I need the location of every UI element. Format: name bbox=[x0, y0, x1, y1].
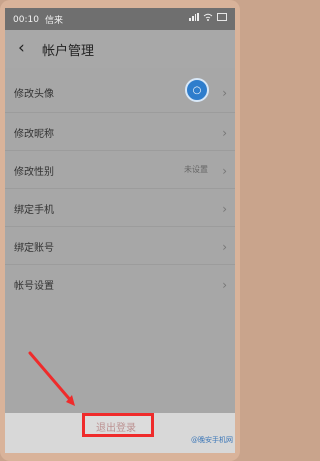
menu-item-label: 绑定手机 bbox=[14, 205, 54, 216]
logout-label: 退出登录 bbox=[96, 423, 136, 434]
chevron-right-icon: › bbox=[222, 164, 227, 178]
avatar: ○ bbox=[185, 78, 209, 102]
header-bar: ‹ 帐户管理 bbox=[5, 30, 235, 68]
menu-item-change-nickname[interactable]: 修改昵称 › bbox=[5, 118, 235, 148]
gender-value: 未设置 bbox=[184, 165, 208, 174]
chevron-right-icon: › bbox=[222, 126, 227, 140]
signal-icon bbox=[189, 13, 199, 21]
chevron-right-icon: › bbox=[222, 86, 227, 100]
status-right bbox=[189, 13, 227, 21]
wifi-icon bbox=[203, 13, 213, 21]
menu-divider bbox=[5, 112, 235, 113]
chevron-right-icon: › bbox=[222, 278, 227, 292]
menu-item-change-avatar[interactable]: 修改头像 ○ › bbox=[5, 78, 235, 108]
menu-item-change-gender[interactable]: 修改性别 未设置 › bbox=[5, 156, 235, 186]
back-icon[interactable]: ‹ bbox=[18, 39, 25, 57]
chevron-right-icon: › bbox=[222, 240, 227, 254]
menu-item-bind-phone[interactable]: 绑定手机 › bbox=[5, 194, 235, 224]
status-time: 00:10 bbox=[13, 14, 39, 25]
app-screen: 00:10 信来 ‹ 帐户管理 修改头像 ○ › 修改昵称 › 修改性别 未设置… bbox=[5, 8, 235, 453]
status-left: 00:10 信来 bbox=[13, 13, 63, 27]
annotation-arrow bbox=[28, 351, 75, 406]
page-title: 帐户管理 bbox=[42, 44, 95, 59]
watermark-text: @晚安手机网 bbox=[191, 436, 233, 444]
menu-item-label: 帐号设置 bbox=[14, 281, 54, 292]
menu-item-account-settings[interactable]: 帐号设置 › bbox=[5, 270, 235, 300]
menu-item-label: 修改昵称 bbox=[14, 129, 54, 140]
bottom-panel: 退出登录 @晚安手机网 bbox=[5, 413, 235, 453]
menu-item-bind-account[interactable]: 绑定账号 › bbox=[5, 232, 235, 262]
status-carrier: 信来 bbox=[44, 16, 63, 26]
status-bar: 00:10 信来 bbox=[5, 8, 235, 30]
menu-divider bbox=[5, 188, 235, 189]
menu-divider bbox=[5, 150, 235, 151]
phone-frame: 00:10 信来 ‹ 帐户管理 修改头像 ○ › 修改昵称 › 修改性别 未设置… bbox=[0, 0, 240, 461]
battery-icon bbox=[217, 13, 227, 21]
chevron-right-icon: › bbox=[222, 202, 227, 216]
menu-divider bbox=[5, 226, 235, 227]
menu-item-label: 修改性别 bbox=[14, 167, 54, 178]
menu-item-label: 修改头像 bbox=[14, 89, 54, 100]
menu-divider bbox=[5, 264, 235, 265]
menu-item-label: 绑定账号 bbox=[14, 243, 54, 254]
logout-button[interactable]: 退出登录 bbox=[82, 413, 154, 437]
